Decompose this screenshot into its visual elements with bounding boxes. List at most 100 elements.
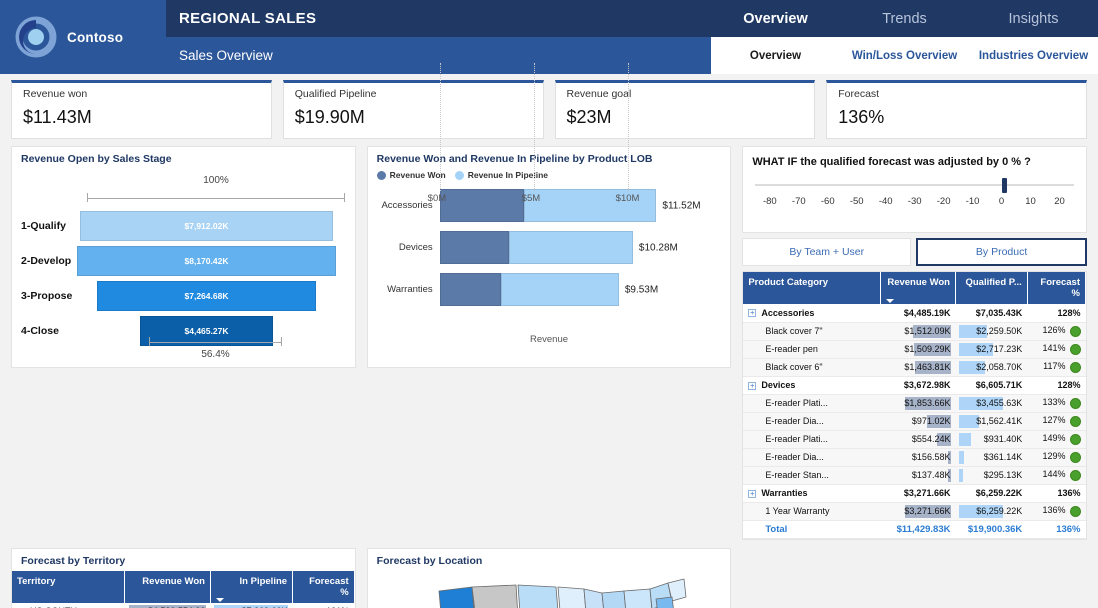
stacked-segment-revenue-won [439,231,509,264]
cell-qualified-pipeline: $2,259.50K [955,322,1028,341]
what-if-slider[interactable] [755,178,1074,193]
total-label: Total [743,520,881,539]
slider-tick-label: -40 [878,196,893,207]
cell-revenue-won: $3,271.66K [880,502,956,521]
slider-tick-label: -80 [762,196,777,207]
col-label: In Pipeline [239,575,288,587]
cell-in-pipeline: $7,269.60K [210,602,293,608]
status-indicator-icon [1069,325,1081,337]
table-row[interactable]: E-reader Dia... $156.58K $361.14K 129% [743,448,1086,467]
cell-revenue-won: $4,485.19K [880,304,956,323]
cell-text: $1,463.81K [904,362,951,372]
product-name: E-reader Plati... [743,394,881,413]
table-row[interactable]: E-reader Dia... $971.02K $1,562.41K 127% [743,412,1086,431]
stacked-bar-row[interactable]: Warranties $9.53M [368,273,731,306]
table-row[interactable]: Black cover 7" $1,512.09K $2,259.50K 126% [743,322,1086,341]
table-row[interactable]: 1 Year Warranty $3,271.66K $6,259.22K 136% [743,502,1086,521]
table-row-group[interactable]: + Warranties $3,271.66K $6,259.22K 136% [743,484,1086,503]
product-table-body: + Accessories $4,485.19K $7,035.43K 128% Blac… [743,304,1086,539]
state-north-dakota [517,584,559,608]
header-sub-row: Sales Overview Overview Win/Loss Overvie… [166,37,1098,74]
funnel-row[interactable]: 1-Qualify $7,912.02K [12,211,355,241]
legend-item-revenue-won[interactable]: Revenue Won [376,170,446,180]
subnav-item-winloss-overview[interactable]: Win/Loss Overview [840,50,969,62]
col-revenue-won[interactable]: Revenue Won [124,570,211,603]
funnel-row[interactable]: 3-Propose $7,264.68K [12,281,355,311]
data-bar-qualified [959,432,972,446]
expand-icon[interactable]: + [748,489,757,498]
stacked-total-label: $10.28M [638,242,678,253]
cell-revenue-won: $1,853.66K [880,394,956,413]
cell-revenue-won: $554.24K [880,430,956,449]
expand-icon[interactable]: + [748,381,757,390]
slider-track [755,184,1074,186]
cell-revenue-won: $971.02K [880,412,956,431]
topnav-item-trends[interactable]: Trends [840,11,969,27]
kpi-card-row: Revenue won $11.43M Qualified Pipeline $… [0,74,1098,139]
table-row[interactable]: E-reader Plati... $554.24K $931.40K 149% [743,430,1086,449]
toggle-by-team-user[interactable]: By Team + User [742,238,912,266]
stacked-bar-row[interactable]: Devices $10.28M [368,231,731,264]
cell-revenue-won: $137.48K [880,466,956,485]
col-product-category[interactable]: Product Category [743,272,881,304]
map-title: Forecast by Location [376,554,483,567]
table-row[interactable]: E-reader Stan... $137.48K $295.13K 144% [743,466,1086,485]
col-territory[interactable]: Territory [12,570,126,603]
kpi-card-revenue-won[interactable]: Revenue won $11.43M [11,80,272,139]
toggle-by-product[interactable]: By Product [916,238,1088,266]
grid-line [533,63,535,191]
topnav-item-insights[interactable]: Insights [969,11,1098,27]
state-minnesota [557,586,587,608]
subnav-item-overview[interactable]: Overview [711,50,840,62]
product-name: Black cover 7" [743,322,881,341]
funnel-bars: 1-Qualify $7,912.02K 2-Develop $8,170.42… [12,211,355,351]
state-michigan [601,590,626,608]
dashboard-row-bottom: Forecast by Territory Territory Revenue … [11,547,1087,608]
header-top-row: REGIONAL SALES Overview Trends Insights [166,0,1098,37]
table-row[interactable]: E-reader Plati... $1,853.66K $3,455.63K 133… [743,394,1086,413]
cell-forecast-pct: 149% [1027,430,1086,449]
legend-color-swatch [376,170,386,180]
stacked-bar-row[interactable]: Accessories $11.52M [368,189,731,222]
status-indicator-icon [1069,343,1081,355]
cell-forecast-pct: 127% [1027,412,1086,431]
cell-forecast-pct: 136% [1027,484,1086,503]
table-row-group[interactable]: + Devices $3,672.98K $6,605.71K 128% [743,376,1086,395]
cell-forecast-pct: 136% [1027,502,1086,521]
cell-qualified-pipeline: $3,455.63K [955,394,1028,413]
cell-forecast-pct: 128% [1027,304,1086,323]
funnel-row[interactable]: 2-Develop $8,170.42K [12,246,355,276]
col-forecast-pct[interactable]: Forecast % [1027,272,1087,304]
col-forecast-pct[interactable]: Forecast % [292,570,355,603]
cell-qualified-pipeline: $7,035.43K [955,304,1028,323]
table-row[interactable]: Black cover 6" $1,463.81K $2,058.70K 117% [743,358,1086,377]
cell-qualified-pipeline: $1,562.41K [955,412,1028,431]
us-choropleth-map[interactable] [384,569,714,608]
col-revenue-won[interactable]: Revenue Won [880,272,956,304]
table-row[interactable]: E-reader pen $1,509.29K $2,717.23K 141% [743,340,1086,359]
stacked-total-label: $9.53M [624,284,659,295]
data-bar-qualified [959,468,963,482]
panel-revenue-by-product-lob: Revenue Won and Revenue In Pipeline by P… [366,63,732,368]
col-qualified-pipeline[interactable]: Qualified P... [955,272,1028,304]
slider-handle[interactable] [1001,178,1007,193]
col-in-pipeline[interactable]: In Pipeline [210,570,294,603]
topnav-item-overview[interactable]: Overview [711,11,840,27]
funnel-chart-title: Revenue Open by Sales Stage [21,153,172,165]
kpi-label: Qualified Pipeline [294,88,377,100]
table-row[interactable]: +US-SOUTH$4,520,554.00$7,269.60K131% [12,602,355,608]
territory-name: +US-SOUTH [12,602,125,608]
cell-revenue-won: $3,672.98K [880,376,956,395]
kpi-card-revenue-goal[interactable]: Revenue goal $23M [554,80,816,139]
x-axis-tick-label: $10M [615,193,640,204]
subnav-item-industries-overview[interactable]: Industries Overview [969,50,1098,62]
cell-revenue-won: $156.58K [880,448,956,467]
kpi-card-qualified-pipeline[interactable]: Qualified Pipeline $19.90M [282,80,544,139]
table-row-group[interactable]: + Accessories $4,485.19K $7,035.43K 128% [743,304,1086,323]
cell-revenue-won: $4,520,554.00 [124,602,211,608]
expand-icon[interactable]: + [748,309,757,318]
funnel-bar-value: $7,264.68K [97,281,316,311]
kpi-card-forecast[interactable]: Forecast 136% [826,80,1087,139]
slider-tick-label: -30 [907,196,922,207]
page-subtitle: Sales Overview [179,48,273,63]
